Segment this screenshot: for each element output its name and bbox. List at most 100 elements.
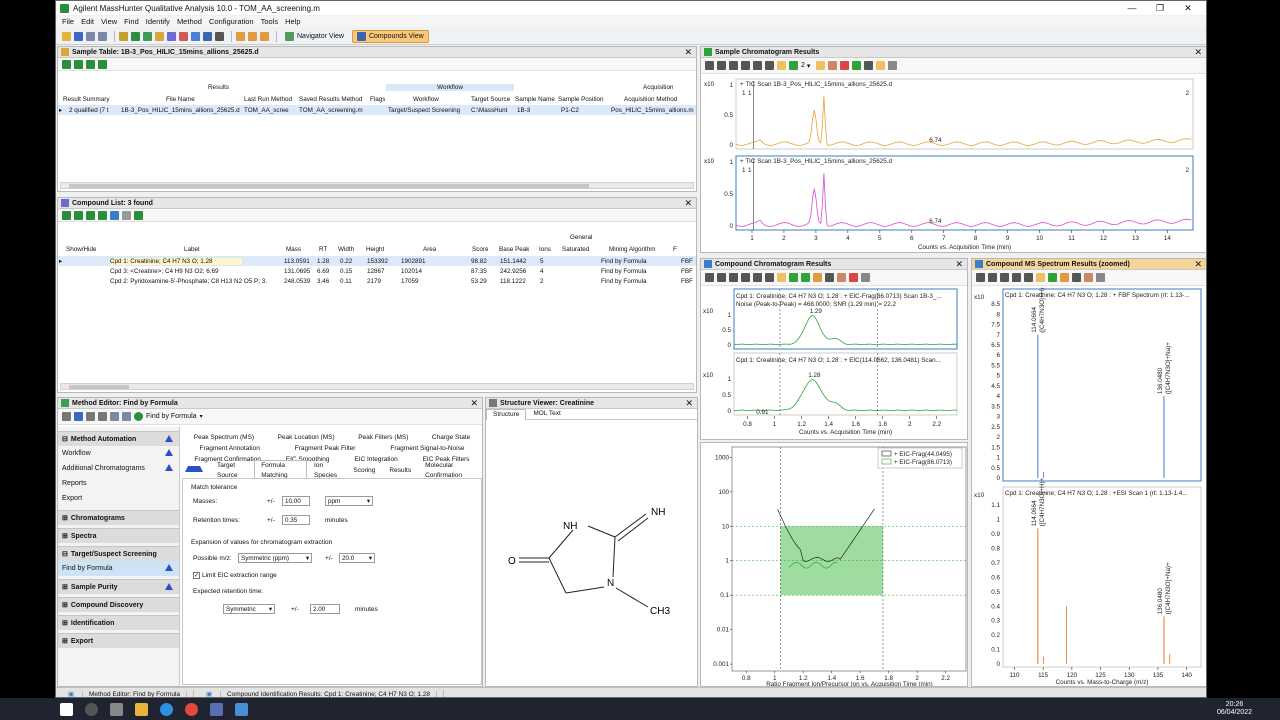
tab-results[interactable]: Results	[382, 465, 418, 477]
redo-icon[interactable]	[122, 412, 131, 421]
scroll-thumb[interactable]	[69, 184, 589, 188]
link-icon[interactable]	[119, 31, 128, 41]
peaks-icon[interactable]	[215, 31, 224, 41]
ratio-plot[interactable]: 1000 100 10 1 0.1 0.01 0.001 + EIC-Frag(44.0495…	[701, 443, 967, 686]
export-icon[interactable]	[98, 210, 107, 220]
nav-item-additional-chromatograms[interactable]: Additional Chromatograms	[58, 461, 179, 476]
nav-group-export[interactable]: ⊞ Export	[58, 633, 179, 648]
clear-icon[interactable]	[840, 61, 850, 70]
autoscale-icon[interactable]	[1024, 273, 1033, 282]
taskbar-clock[interactable]: 20:26 06/04/2022	[1217, 701, 1252, 717]
tab-scoring[interactable]: Scoring	[346, 465, 382, 477]
y-arrows-icon[interactable]	[729, 61, 738, 70]
nav-item-reports[interactable]: Reports	[58, 476, 179, 491]
col-rt[interactable]: RT	[319, 246, 327, 253]
overlay-icon[interactable]	[825, 273, 834, 282]
menu-edit[interactable]: Edit	[81, 16, 94, 27]
autoscale-y-icon[interactable]	[765, 273, 774, 282]
table-row[interactable]: ✓ Cpd 2: Pyridoxamine-5'-Phosphate; C8 H…	[58, 276, 696, 286]
sample-run-icon[interactable]	[62, 59, 71, 69]
menu-view[interactable]: View	[101, 16, 117, 27]
close-icon[interactable]: ✕	[1194, 47, 1202, 58]
mass-icon[interactable]	[1084, 273, 1093, 282]
save-icon[interactable]	[74, 412, 83, 421]
nav-method-automation[interactable]: ⊟ Method Automation	[58, 431, 179, 446]
masses-unit-select[interactable]: ppm ▾	[325, 496, 373, 506]
scroll-thumb[interactable]	[69, 385, 129, 389]
run-icon[interactable]	[134, 412, 143, 421]
col-saved-results-method[interactable]: Saved Results Method	[299, 96, 362, 103]
baseline-icon[interactable]	[816, 61, 826, 70]
peak-find-icon[interactable]	[852, 61, 862, 70]
limit-eic-checkbox[interactable]: ✓ Limit EIC extraction range	[193, 572, 277, 579]
col-f[interactable]: F	[673, 246, 677, 253]
nav-group-sample-purity[interactable]: ⊞ Sample Purity	[58, 579, 179, 594]
identify-icon[interactable]	[191, 31, 200, 41]
erase-icon[interactable]	[888, 61, 898, 70]
peaks-label-icon[interactable]	[777, 61, 786, 70]
col-width[interactable]: Width	[338, 246, 354, 253]
x-arrows-icon[interactable]	[988, 273, 997, 282]
check-selected-icon[interactable]	[74, 210, 83, 220]
col-area[interactable]: Area	[423, 246, 436, 253]
col-workflow[interactable]: Workflow	[413, 96, 439, 103]
arrows-icon[interactable]	[705, 61, 714, 70]
menu-file[interactable]: File	[62, 16, 74, 27]
col-sample-name[interactable]: Sample Name	[515, 96, 555, 103]
tab-structure[interactable]: Structure	[486, 408, 527, 420]
integrate-icon[interactable]	[1048, 273, 1057, 282]
nav-group-compound-discovery[interactable]: ⊞ Compound Discovery	[58, 597, 179, 612]
expected-rt-input[interactable]: 2.00	[310, 604, 340, 614]
method-selector[interactable]: Find by Formula	[146, 413, 197, 420]
y-arrows-icon[interactable]	[729, 273, 738, 282]
row-expand-icon[interactable]: ▸	[59, 258, 62, 265]
chrome-icon[interactable]	[185, 702, 198, 716]
overlay-icon[interactable]	[864, 61, 874, 70]
col-saturated[interactable]: Saturated	[562, 246, 589, 253]
check-all-icon[interactable]	[62, 210, 71, 220]
menu-method[interactable]: Method	[177, 16, 202, 27]
copy-icon[interactable]	[122, 210, 131, 220]
expected-rt-select[interactable]: Symmetric ▾	[223, 604, 275, 614]
status-compound-results[interactable]: ▣ Compound Identification Results: Cpd 1…	[194, 689, 445, 697]
expand-icon[interactable]	[110, 210, 119, 220]
ratio-icon[interactable]	[813, 273, 822, 282]
close-icon[interactable]: ✕	[1194, 259, 1202, 270]
file-explorer-icon[interactable]	[135, 702, 148, 716]
nav-group-identification[interactable]: ⊞ Identification	[58, 615, 179, 630]
autoscale-y-icon[interactable]	[765, 61, 774, 70]
home-icon[interactable]	[62, 412, 71, 421]
method-settings-icon[interactable]	[86, 412, 95, 421]
table-row[interactable]: ✓ Cpd 3: <Creatine>; C4 H9 N3 O2; 6.69 1…	[58, 266, 696, 276]
col-ions[interactable]: Ions	[539, 246, 551, 253]
x-arrows-icon[interactable]	[717, 273, 726, 282]
layout-icon[interactable]	[236, 31, 245, 41]
search-icon[interactable]	[85, 702, 98, 716]
col-base-peak[interactable]: Base Peak	[499, 246, 529, 253]
col-sample-position[interactable]: Sample Position	[558, 96, 604, 103]
nav-group-chromatograms[interactable]: ⊞ Chromatograms	[58, 510, 179, 525]
masshunter-icon[interactable]	[235, 702, 248, 716]
nav-group-target-suspect-screening[interactable]: ⊟ Target/Suspect Screening	[58, 546, 179, 561]
run-method-icon[interactable]	[131, 31, 140, 41]
x-arrows-icon[interactable]	[717, 61, 726, 70]
erase-icon[interactable]	[1096, 273, 1105, 282]
col-acquisition-method[interactable]: Acquisition Method	[624, 96, 677, 103]
compounds-view-button[interactable]: Compounds View	[351, 29, 429, 43]
close-icon[interactable]: ✕	[685, 398, 693, 409]
layout2-icon[interactable]	[248, 31, 257, 41]
close-icon[interactable]: ✕	[470, 398, 478, 409]
tab-mol-text[interactable]: MOL Text	[526, 408, 567, 420]
method-icon[interactable]	[143, 31, 152, 41]
menu-configuration[interactable]: Configuration	[209, 16, 254, 27]
navigator-view-button[interactable]: Navigator View	[281, 30, 348, 43]
arrows-icon[interactable]	[976, 273, 985, 282]
col-last-run-method[interactable]: Last Run Method	[244, 96, 292, 103]
integrate-icon[interactable]	[789, 273, 798, 282]
possible-mz-value-select[interactable]: 20.0 ▾	[339, 553, 375, 563]
peak-find-icon[interactable]	[801, 273, 810, 282]
nav-item-export[interactable]: Export	[58, 491, 179, 506]
close-icon[interactable]: ✕	[684, 198, 692, 209]
uncheck-icon[interactable]	[86, 210, 95, 220]
undo-icon[interactable]	[86, 31, 95, 41]
